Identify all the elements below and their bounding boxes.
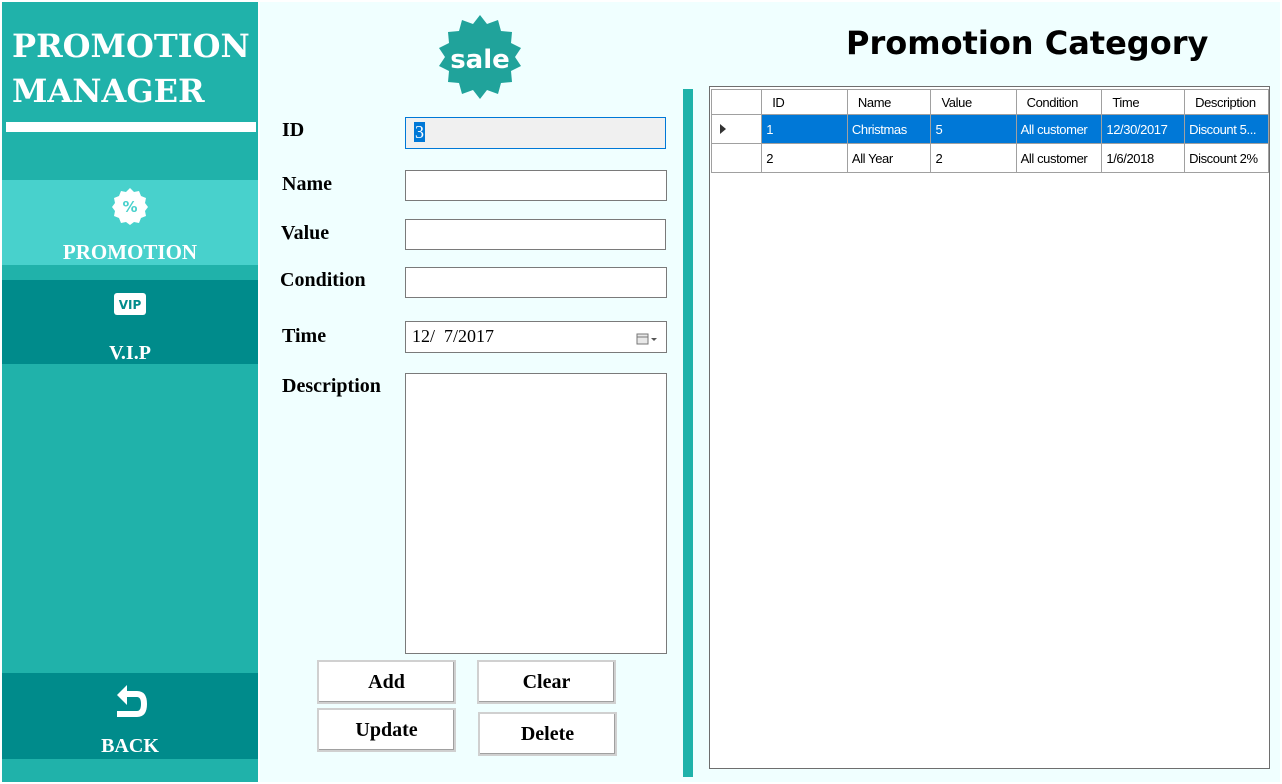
cell-condition[interactable]: All customer (1015, 114, 1103, 144)
description-label: Description (282, 375, 381, 397)
calendar-dropdown-icon[interactable] (636, 330, 658, 351)
grid-title: Promotion Category (846, 24, 1209, 62)
row-header[interactable] (710, 143, 763, 173)
svg-text:VIP: VIP (119, 298, 142, 312)
id-field-value: 3 (414, 122, 425, 142)
cell-description[interactable]: Discount 2% (1184, 143, 1269, 173)
cell-value[interactable]: 2 (930, 143, 1017, 173)
description-field[interactable] (405, 373, 667, 654)
cell-value[interactable]: 5 (930, 114, 1017, 144)
nav-label-promotion: PROMOTION (62, 240, 198, 264)
cell-name[interactable]: Christmas (846, 114, 932, 144)
id-label: ID (282, 119, 305, 141)
time-picker[interactable]: 12/ 7/2017 (405, 321, 667, 353)
cell-condition[interactable]: All customer (1015, 143, 1103, 173)
current-row-arrow-icon (720, 123, 726, 134)
row-header-corner (710, 89, 763, 115)
name-label: Name (282, 173, 332, 195)
app-title-line1: PROMOTION (12, 27, 250, 65)
sidebar: PROMOTION MANAGER % PROMOTION VIP V.I.P … (2, 2, 258, 782)
cell-time[interactable]: 12/30/2017 (1101, 114, 1186, 144)
cell-id[interactable]: 1 (761, 114, 848, 144)
percent-badge-icon: % (110, 186, 150, 231)
back-label: BACK (101, 735, 159, 757)
time-value: 12/ 7/2017 (412, 326, 495, 346)
nav-item-promotion[interactable]: % PROMOTION (2, 180, 258, 265)
value-label: Value (281, 222, 330, 244)
back-arrow-icon (107, 681, 153, 732)
app-title-line2: MANAGER (12, 72, 205, 110)
column-header-id[interactable]: ID (761, 89, 848, 115)
sale-badge-icon: sale (436, 13, 524, 101)
update-button[interactable]: Update (317, 708, 456, 752)
promotion-grid[interactable]: ID Name Value Condition Time Description… (709, 86, 1270, 769)
back-button[interactable]: BACK (2, 673, 258, 759)
vip-icon: VIP (113, 292, 147, 321)
row-header[interactable] (710, 114, 763, 144)
title-underline (6, 122, 256, 132)
cell-id[interactable]: 2 (761, 143, 848, 173)
id-field[interactable]: 3 (405, 117, 666, 149)
value-field[interactable] (405, 219, 666, 250)
cell-description[interactable]: Discount 5... (1184, 114, 1269, 144)
table-row[interactable]: 1 Christmas 5 All customer 12/30/2017 Di… (710, 114, 1269, 144)
column-header-condition[interactable]: Condition (1015, 89, 1103, 115)
cell-time[interactable]: 1/6/2018 (1101, 143, 1186, 173)
cell-name[interactable]: All Year (846, 143, 932, 173)
nav-item-vip[interactable]: VIP V.I.P (2, 280, 258, 364)
column-header-name[interactable]: Name (846, 89, 932, 115)
app-title: PROMOTION MANAGER (12, 24, 252, 114)
panel-divider (683, 89, 693, 777)
nav-label-vip: V.I.P (109, 342, 151, 364)
clear-button[interactable]: Clear (477, 660, 616, 704)
name-field[interactable] (405, 170, 667, 201)
column-header-time[interactable]: Time (1101, 89, 1186, 115)
time-label: Time (282, 325, 327, 347)
sale-badge-text: sale (450, 45, 510, 75)
add-button[interactable]: Add (317, 660, 456, 704)
column-header-description[interactable]: Description (1184, 89, 1269, 115)
svg-text:%: % (122, 198, 137, 216)
condition-label: Condition (280, 269, 366, 291)
delete-button[interactable]: Delete (478, 712, 617, 756)
column-header-value[interactable]: Value (930, 89, 1017, 115)
grid-table: ID Name Value Condition Time Description… (710, 89, 1269, 173)
table-row[interactable]: 2 All Year 2 All customer 1/6/2018 Disco… (710, 143, 1269, 173)
condition-field[interactable] (405, 267, 667, 298)
grid-header-row: ID Name Value Condition Time Description (710, 89, 1269, 115)
